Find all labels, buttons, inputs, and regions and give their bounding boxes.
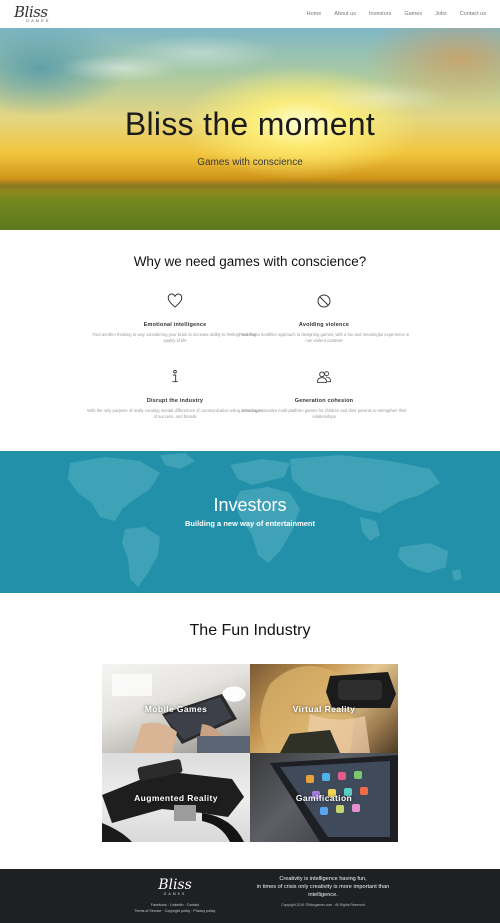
- investors-title: Investors: [213, 495, 287, 515]
- feature-description: Providing a healthier approach to design…: [238, 332, 410, 344]
- footer-copyright: Copyright 2019 ©Blissgames.com · All Rig…: [281, 903, 365, 907]
- nav-link-contact[interactable]: Contact us: [460, 11, 486, 17]
- no-entry-icon: [317, 294, 331, 308]
- why-section-title: Why we need games with conscience?: [133, 254, 367, 269]
- tile-virtual-reality[interactable]: Virtual Reality: [250, 664, 398, 753]
- footer-logo[interactable]: Bliss GAMES: [150, 878, 200, 896]
- investors-subtitle: Building a new way of entertainment: [184, 519, 316, 528]
- info-icon: [172, 369, 178, 383]
- nav-link-jobs[interactable]: Jobs: [435, 11, 447, 17]
- footer-quote-line-1: Creativity is intelligence having fun,: [279, 876, 367, 882]
- hero-subtitle: Games with conscience: [197, 157, 303, 168]
- site-footer: Bliss GAMES Facebook · LinkedIn · Contac…: [0, 869, 500, 923]
- top-navigation: Bliss GAMES Home About us Investors Game…: [0, 0, 500, 28]
- hero-banner: Bliss the moment Games with conscience: [0, 28, 500, 230]
- feature-title: Avoiding violence: [298, 322, 350, 328]
- footer-links: Facebook · LinkedIn · Contact Terms of S…: [130, 903, 220, 915]
- tile-label: Augmented Reality: [134, 793, 218, 803]
- nav-link-investors[interactable]: Investors: [369, 11, 391, 17]
- feature-description: Creating innovative multi-platform games…: [241, 408, 407, 420]
- nav-link-home[interactable]: Home: [307, 11, 322, 17]
- feature-title: Generation cohesion: [294, 398, 354, 404]
- tile-label: Gamification: [295, 793, 353, 803]
- brand-logo[interactable]: Bliss GAMES: [14, 5, 50, 23]
- heart-icon: [167, 293, 183, 308]
- tile-label: Mobile Games: [144, 704, 208, 714]
- nav-link-about[interactable]: About us: [334, 11, 356, 17]
- tile-label: Virtual Reality: [292, 704, 356, 714]
- feature-generation-cohesion: Generation cohesion Creating innovative …: [229, 369, 419, 420]
- footer-quote: Creativity is intelligence having fun, i…: [250, 876, 396, 899]
- nav-links: Home About us Investors Games Jobs Conta…: [307, 11, 486, 17]
- tile-augmented-reality[interactable]: Augmented Reality: [102, 753, 250, 842]
- logo-subtitle: GAMES: [26, 18, 51, 23]
- nav-link-games[interactable]: Games: [404, 11, 422, 17]
- tile-gamification[interactable]: Gamification: [250, 753, 398, 842]
- fun-industry-title: The Fun Industry: [189, 622, 311, 639]
- tile-mobile-games[interactable]: Mobile Games: [102, 664, 250, 753]
- investors-banner: Investors Building a new way of entertai…: [0, 451, 500, 593]
- feature-avoiding-violence: Avoiding violence Providing a healthier …: [229, 293, 419, 344]
- people-icon: [316, 371, 332, 383]
- footer-quote-line-2: in times of crisis only creativity is mo…: [256, 883, 390, 898]
- footer-logo-text: Bliss: [158, 877, 192, 893]
- hero-grass: [0, 182, 500, 230]
- hero-title: Bliss the moment: [124, 106, 376, 142]
- footer-policy-links[interactable]: Terms of Service · Copyright policy · Pr…: [130, 909, 220, 915]
